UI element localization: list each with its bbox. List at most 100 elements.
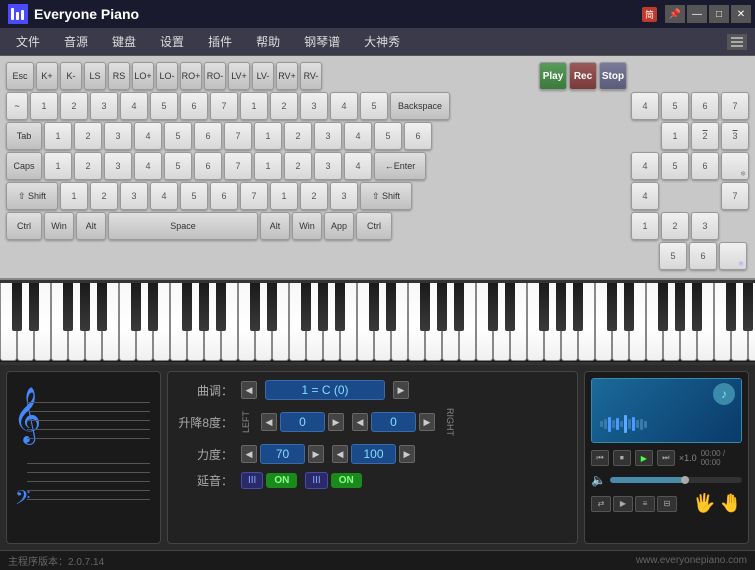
numpad-5[interactable]: 5 [661, 92, 689, 120]
key-3-r1[interactable]: 3 [90, 92, 118, 120]
key-5b-r2[interactable]: 5 [374, 122, 402, 150]
numpad-r6-snow[interactable]: ❄ [719, 242, 747, 270]
key-5-r3[interactable]: 5 [164, 152, 192, 180]
key-lv-minus[interactable]: LV- [252, 62, 274, 90]
key-1-r2[interactable]: 1 [44, 122, 72, 150]
numpad-r3-6[interactable]: 6 [691, 152, 719, 180]
black-key-0-1[interactable] [29, 283, 39, 331]
key-3-r4[interactable]: 3 [120, 182, 148, 210]
black-key-4-1[interactable] [505, 283, 515, 331]
key-shift-right[interactable]: ⇧ Shift [360, 182, 412, 210]
key-3b-r4[interactable]: 3 [330, 182, 358, 210]
black-key-4-4[interactable] [573, 283, 583, 331]
black-key-2-3[interactable] [318, 283, 328, 331]
black-key-2-4[interactable] [335, 283, 345, 331]
key-decrease-btn[interactable]: ◀ [241, 381, 257, 399]
list-btn[interactable]: ≡ [635, 496, 655, 512]
numpad-r3-x[interactable]: ❄ [721, 152, 749, 180]
black-key-5-0[interactable] [607, 283, 617, 331]
pin-button[interactable]: 📌 [665, 5, 685, 23]
numpad-r2-1[interactable]: 1 [661, 122, 689, 150]
key-ro-minus[interactable]: RO- [204, 62, 226, 90]
volume-slider[interactable] [610, 477, 742, 483]
key-caps[interactable]: Caps [6, 152, 42, 180]
key-backspace[interactable]: Backspace [390, 92, 450, 120]
key-3-r2[interactable]: 3 [104, 122, 132, 150]
key-win-r[interactable]: Win [292, 212, 322, 240]
black-key-6-0[interactable] [726, 283, 736, 331]
numpad-r4-7[interactable]: 7 [721, 182, 749, 210]
black-key-2-0[interactable] [250, 283, 260, 331]
black-key-4-0[interactable] [488, 283, 498, 331]
key-1-r1[interactable]: 1 [30, 92, 58, 120]
black-key-3-2[interactable] [420, 283, 430, 331]
black-key-3-1[interactable] [386, 283, 396, 331]
menu-item-file[interactable]: 文件 [4, 29, 52, 54]
menu-right-button[interactable] [727, 34, 747, 50]
black-key-0-3[interactable] [80, 283, 90, 331]
player-forward-btn[interactable]: ⏭ [657, 450, 675, 466]
maximize-button[interactable]: □ [709, 5, 729, 23]
key-app[interactable]: App [324, 212, 354, 240]
key-k-minus[interactable]: K- [60, 62, 82, 90]
key-4b-r3[interactable]: 4 [344, 152, 372, 180]
sustain-left-on[interactable]: ON [266, 473, 297, 488]
key-3-r3[interactable]: 3 [104, 152, 132, 180]
key-1b-r4[interactable]: 1 [270, 182, 298, 210]
numpad-r5-3[interactable]: 3 [691, 212, 719, 240]
key-ctrl-r[interactable]: Ctrl [356, 212, 392, 240]
key-esc[interactable]: Esc [6, 62, 34, 90]
key-rv-minus[interactable]: RV- [300, 62, 322, 90]
key-7-r2[interactable]: 7 [224, 122, 252, 150]
velocity-right-decrease[interactable]: ◀ [332, 445, 348, 463]
menu-item-keyboard[interactable]: 键盘 [100, 29, 148, 54]
settings2-btn[interactable]: ▶ [613, 496, 633, 512]
key-rv-plus[interactable]: RV+ [276, 62, 298, 90]
black-key-5-4[interactable] [692, 283, 702, 331]
numpad-r2-3[interactable]: 3 [721, 122, 749, 150]
key-4b-r1[interactable]: 4 [330, 92, 358, 120]
key-tab[interactable]: Tab [6, 122, 42, 150]
key-win-l[interactable]: Win [44, 212, 74, 240]
black-key-0-2[interactable] [63, 283, 73, 331]
player-stop-btn[interactable]: ⏹ [613, 450, 631, 466]
key-ctrl-l[interactable]: Ctrl [6, 212, 42, 240]
black-key-1-0[interactable] [131, 283, 141, 331]
key-enter[interactable]: ←Enter [374, 152, 426, 180]
key-tilde[interactable]: ~ [6, 92, 28, 120]
loop-btn[interactable]: ⇄ [591, 496, 611, 512]
player-play-btn[interactable]: ▶ [635, 450, 653, 466]
numpad-r5-1[interactable]: 1 [631, 212, 659, 240]
menu-item-master[interactable]: 大神秀 [352, 29, 412, 54]
black-key-1-2[interactable] [182, 283, 192, 331]
key-lo-plus[interactable]: LO+ [132, 62, 154, 90]
sustain-right-on[interactable]: ON [331, 473, 362, 488]
octave-right-decrease[interactable]: ◀ [352, 413, 368, 431]
close-button[interactable]: ✕ [731, 5, 751, 23]
key-5-r2[interactable]: 5 [164, 122, 192, 150]
numpad-r6-5[interactable]: 5 [659, 242, 687, 270]
key-rs[interactable]: RS [108, 62, 130, 90]
key-shift-left[interactable]: ⇧ Shift [6, 182, 58, 210]
numpad-r3-5[interactable]: 5 [661, 152, 689, 180]
octave-left-increase[interactable]: ▶ [328, 413, 344, 431]
volume-thumb[interactable] [681, 476, 689, 484]
key-space[interactable]: Space [108, 212, 258, 240]
key-2-r2[interactable]: 2 [74, 122, 102, 150]
numpad-4[interactable]: 4 [631, 92, 659, 120]
black-key-0-0[interactable] [12, 283, 22, 331]
key-7-r4[interactable]: 7 [240, 182, 268, 210]
menu-item-help[interactable]: 帮助 [244, 29, 292, 54]
black-key-2-2[interactable] [301, 283, 311, 331]
key-alt-r[interactable]: Alt [260, 212, 290, 240]
black-key-4-3[interactable] [556, 283, 566, 331]
key-6-r3[interactable]: 6 [194, 152, 222, 180]
numpad-r2-2[interactable]: 2 [691, 122, 719, 150]
velocity-left-increase[interactable]: ▶ [308, 445, 324, 463]
key-2b-r3[interactable]: 2 [284, 152, 312, 180]
numpad-6[interactable]: 6 [691, 92, 719, 120]
key-4-r2[interactable]: 4 [134, 122, 162, 150]
black-key-3-3[interactable] [437, 283, 447, 331]
key-play[interactable]: Play [539, 62, 567, 90]
key-1b-r1[interactable]: 1 [240, 92, 268, 120]
